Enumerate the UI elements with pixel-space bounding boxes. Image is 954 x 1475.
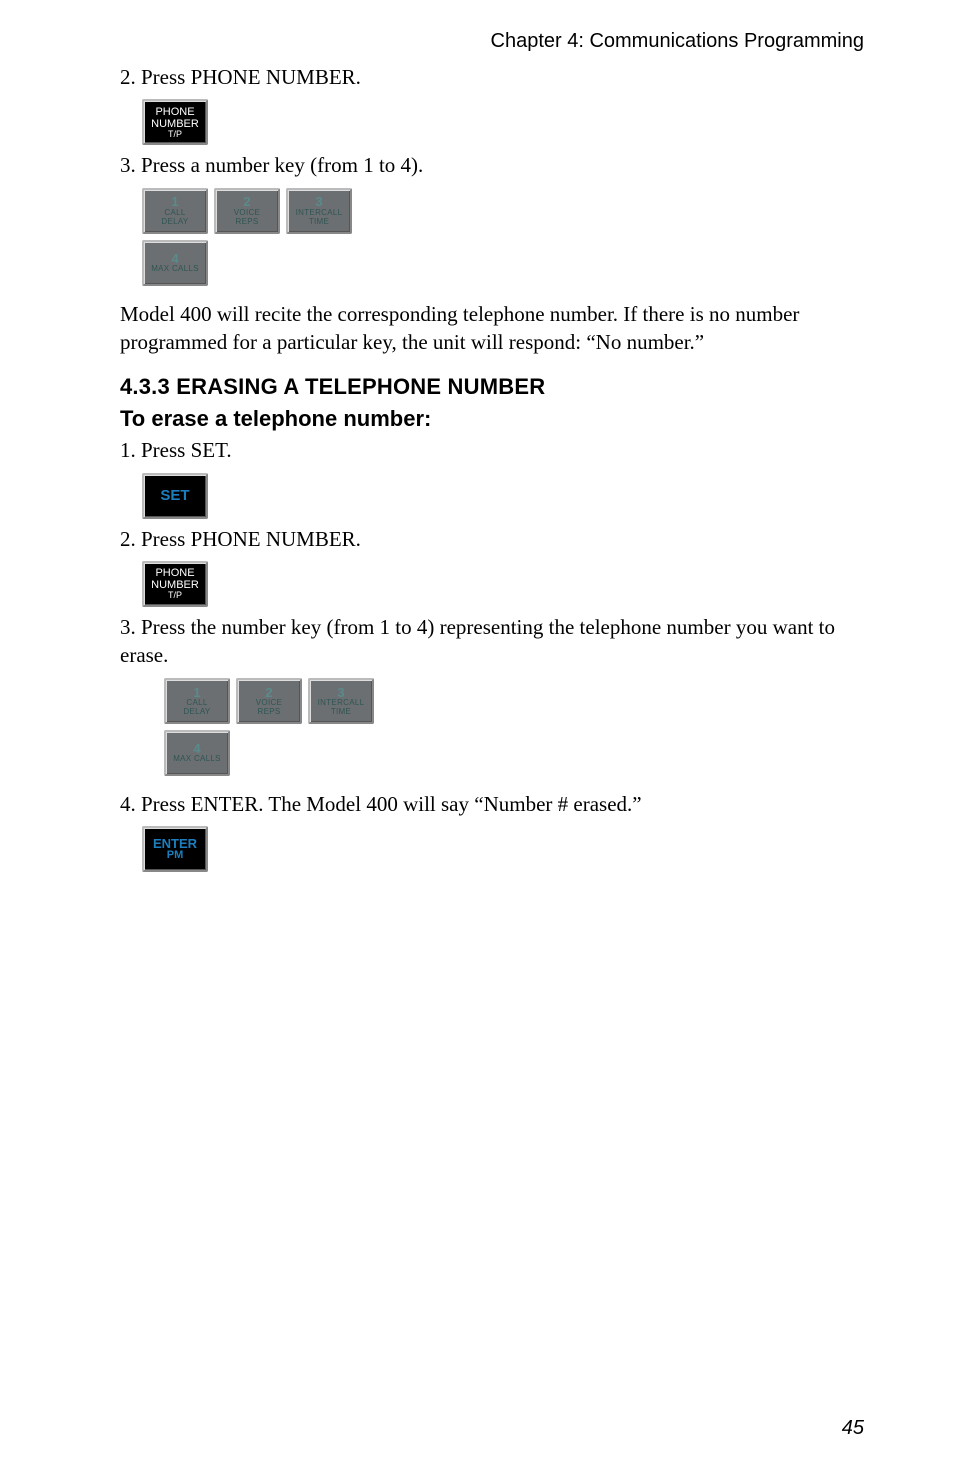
key-4b-num: 4 xyxy=(193,742,200,756)
key-1-sub2: DELAY xyxy=(161,218,188,226)
enter-key-label: ENTER xyxy=(153,837,197,851)
enter-key: ENTER PM xyxy=(142,826,208,872)
key-4-sub1: MAX CALLS xyxy=(151,265,199,273)
key-2b-sub2: REPS xyxy=(258,708,281,716)
key-3b-sub2: TIME xyxy=(331,708,351,716)
to-erase-heading: To erase a telephone number: xyxy=(120,406,864,432)
key-3-num: 3 xyxy=(315,195,322,209)
enter-key-pm: PM xyxy=(167,850,184,862)
step-2-press-phone: 2. Press PHONE NUMBER. xyxy=(120,63,864,91)
phone-number-key-2: PHONE NUMBER T/P xyxy=(142,561,208,607)
key-4b: 4 MAX CALLS xyxy=(164,730,230,776)
step-2b-press-phone: 2. Press PHONE NUMBER. xyxy=(120,525,864,553)
key-3-intercall-time: 3 INTERCALL TIME xyxy=(286,188,352,234)
step-1-press-set: 1. Press SET. xyxy=(120,436,864,464)
key-2-sub2: REPS xyxy=(236,218,259,226)
key-1-call-delay: 1 CALL DELAY xyxy=(142,188,208,234)
key-1b-sub2: DELAY xyxy=(183,708,210,716)
key-1-num: 1 xyxy=(171,195,178,209)
key-1b: 1 CALL DELAY xyxy=(164,678,230,724)
key-4-max-calls: 4 MAX CALLS xyxy=(142,240,208,286)
key-label-number: NUMBER xyxy=(151,118,199,130)
key-2b-num: 2 xyxy=(265,686,272,700)
page-number: 45 xyxy=(842,1417,864,1440)
key-label-phone: PHONE xyxy=(155,106,194,118)
paragraph-recite: Model 400 will recite the corresponding … xyxy=(120,300,864,357)
key-3-sub2: TIME xyxy=(309,218,329,226)
step-4-press-enter: 4. Press ENTER. The Model 400 will say “… xyxy=(120,790,864,818)
step-3b-press-number: 3. Press the number key (from 1 to 4) re… xyxy=(120,613,864,670)
key-label-tp: T/P xyxy=(168,130,182,139)
key-2-voice-reps: 2 VOICE REPS xyxy=(214,188,280,234)
step-3-press-number: 3. Press a number key (from 1 to 4). xyxy=(120,151,864,179)
key-3b: 3 INTERCALL TIME xyxy=(308,678,374,724)
key-3b-num: 3 xyxy=(337,686,344,700)
key-2-num: 2 xyxy=(243,195,250,209)
key-label-phone-2: PHONE xyxy=(155,567,194,579)
key-label-tp-2: T/P xyxy=(168,591,182,600)
key-4b-sub1: MAX CALLS xyxy=(173,755,221,763)
chapter-title: Chapter 4: Communications Programming xyxy=(120,30,864,53)
phone-number-key: PHONE NUMBER T/P xyxy=(142,99,208,145)
key-2b: 2 VOICE REPS xyxy=(236,678,302,724)
set-key-label: SET xyxy=(160,488,189,504)
key-1b-num: 1 xyxy=(193,686,200,700)
set-key: SET xyxy=(142,473,208,519)
key-4-num: 4 xyxy=(171,252,178,266)
section-4-3-3: 4.3.3 ERASING A TELEPHONE NUMBER xyxy=(120,374,864,400)
